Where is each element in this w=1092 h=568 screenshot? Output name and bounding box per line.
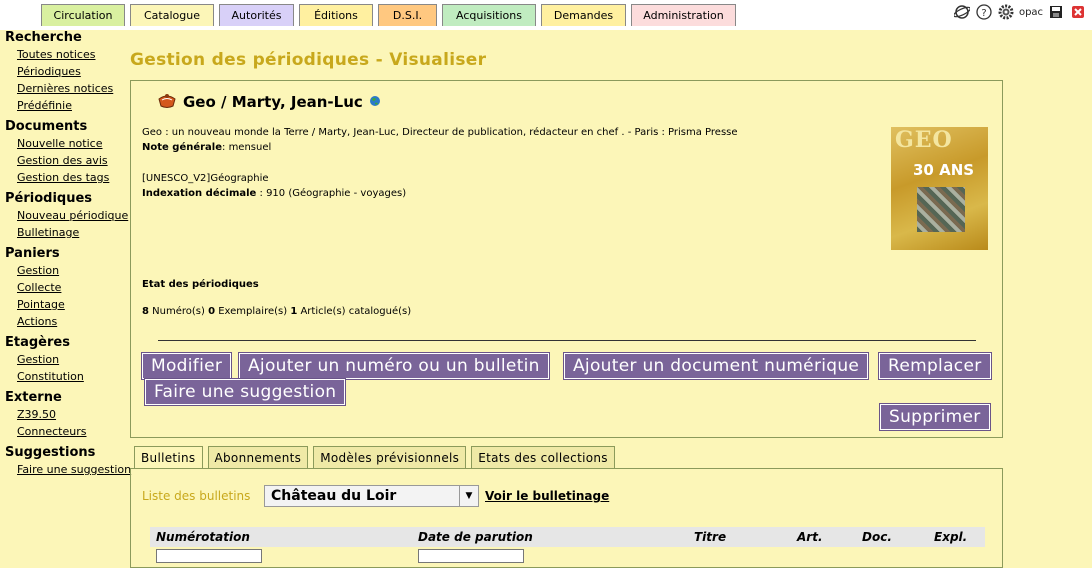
- voir-bulletinage-link[interactable]: Voir le bulletinage: [485, 489, 609, 503]
- col-numerotation: Numérotation: [156, 530, 250, 544]
- notice-title: Geo / Marty, Jean-Luc: [183, 93, 363, 111]
- indexation-line: Indexation décimale : 910 (Géographie - …: [142, 188, 406, 199]
- indexation-value: : 910 (Géographie - voyages): [256, 188, 407, 199]
- tab-administration[interactable]: Administration: [631, 4, 736, 26]
- chevron-down-icon[interactable]: ▼: [459, 486, 478, 506]
- sidebar-item-constitution[interactable]: Constitution: [17, 368, 130, 385]
- sidebar-section-etageres: Etagères: [5, 335, 70, 350]
- page-title: Gestion des périodiques - Visualiser: [130, 50, 487, 70]
- tab-acquisitions[interactable]: Acquisitions: [442, 4, 536, 26]
- remplacer-button[interactable]: Remplacer: [878, 352, 992, 380]
- tab-catalogue[interactable]: Catalogue: [130, 4, 214, 26]
- sidebar-item-faire-suggestion[interactable]: Faire une suggestion: [17, 461, 131, 478]
- date-parution-filter-input[interactable]: [418, 549, 524, 563]
- sidebar-item-z3950[interactable]: Z39.50: [17, 406, 130, 423]
- label-exemplaires: Exemplaire(s): [215, 306, 291, 317]
- sidebar-item-paniers-gestion[interactable]: Gestion: [17, 262, 130, 279]
- tab-bulletins[interactable]: Bulletins: [134, 446, 203, 469]
- sidebar-item-toutes-notices[interactable]: Toutes notices: [17, 46, 130, 63]
- divider: [158, 340, 976, 341]
- bulletins-list-label: Liste des bulletins: [142, 489, 251, 503]
- sidebar-item-nouvelle-notice[interactable]: Nouvelle notice: [17, 135, 130, 152]
- sidebar-item-gestion-tags[interactable]: Gestion des tags: [17, 169, 130, 186]
- cover-photo: [917, 187, 965, 232]
- periodical-icon: [157, 90, 177, 114]
- sidebar-item-collecte[interactable]: Collecte: [17, 279, 130, 296]
- sidebar-item-pointage[interactable]: Pointage: [17, 296, 130, 313]
- tab-dsi[interactable]: D.S.I.: [378, 4, 437, 26]
- sidebar-item-connecteurs[interactable]: Connecteurs: [17, 423, 130, 440]
- sidebar-item-predefinie[interactable]: Prédéfinie: [17, 97, 130, 114]
- notice-title-row: Geo / Marty, Jean-Luc: [157, 90, 381, 114]
- sidebar-item-dernieres-notices[interactable]: Dernières notices: [17, 80, 130, 97]
- note-value: : mensuel: [222, 142, 272, 153]
- cover-title: GEO: [895, 127, 953, 153]
- sidebar-section-suggestions: Suggestions: [5, 445, 96, 460]
- col-date-parution: Date de parution: [418, 530, 533, 544]
- etat-label: Etat des périodiques: [142, 279, 259, 290]
- sidebar-section-documents: Documents: [5, 119, 88, 134]
- count-numeros: 8: [142, 306, 149, 317]
- opac-label: opac: [1018, 6, 1044, 18]
- close-icon[interactable]: [1070, 4, 1086, 20]
- sidebar-item-nouveau-periodique[interactable]: Nouveau périodique: [17, 207, 130, 224]
- note-line: Note générale: mensuel: [142, 142, 271, 153]
- sidebar-section-externe: Externe: [5, 390, 62, 405]
- svg-text:?: ?: [981, 8, 986, 19]
- bulletins-select-value: Château du Loir: [271, 488, 397, 504]
- label-articles: Article(s) catalogué(s): [297, 306, 412, 317]
- save-icon[interactable]: [1048, 4, 1064, 20]
- help-icon[interactable]: ?: [976, 4, 992, 20]
- planet-icon[interactable]: [954, 4, 970, 20]
- content-tabs: Bulletins Abonnements Modèles prévisionn…: [134, 446, 615, 469]
- bulletins-select[interactable]: Château du Loir ▼: [264, 485, 479, 507]
- sidebar: Recherche Toutes notices Périodiques Der…: [5, 30, 131, 478]
- cover-image: GEO 30 ANS: [891, 127, 988, 250]
- sidebar-section-recherche: Recherche: [5, 30, 82, 45]
- sidebar-section-paniers: Paniers: [5, 246, 60, 261]
- sidebar-item-gestion-avis[interactable]: Gestion des avis: [17, 152, 130, 169]
- col-titre: Titre: [694, 530, 727, 544]
- bulletins-panel: Liste des bulletins Château du Loir ▼ Vo…: [130, 468, 1003, 568]
- top-icons: ? opac: [954, 4, 1086, 20]
- label-numeros: Numéro(s): [148, 306, 209, 317]
- suggestion-button[interactable]: Faire une suggestion: [143, 378, 347, 406]
- col-expl: Expl.: [934, 530, 968, 544]
- indexation-label: Indexation décimale: [142, 188, 257, 199]
- note-label: Note générale: [142, 142, 223, 153]
- sidebar-item-actions[interactable]: Actions: [17, 313, 130, 330]
- tab-circulation[interactable]: Circulation: [41, 4, 125, 26]
- bulletins-table-header: Numérotation Date de parution Titre Art.…: [150, 527, 985, 547]
- sidebar-section-periodiques: Périodiques: [5, 191, 93, 206]
- count-exemplaires: 0: [208, 306, 216, 317]
- cover-badge: 30 ANS: [913, 161, 975, 179]
- tab-editions[interactable]: Éditions: [299, 4, 373, 26]
- sidebar-item-bulletinage[interactable]: Bulletinage: [17, 224, 130, 241]
- main-tabs: Circulation Catalogue Autorités Éditions…: [41, 4, 736, 26]
- globe-icon[interactable]: [369, 93, 381, 111]
- tab-etats-collections[interactable]: Etats des collections: [471, 446, 615, 469]
- subject-line: [UNESCO_V2]Géographie: [142, 173, 269, 184]
- tab-demandes[interactable]: Demandes: [541, 4, 626, 26]
- tab-modeles-previsionnels[interactable]: Modèles prévisionnels: [313, 446, 467, 469]
- col-doc: Doc.: [862, 530, 892, 544]
- col-art: Art.: [797, 530, 823, 544]
- notice-panel: Geo / Marty, Jean-Luc Geo : un nouveau m…: [130, 80, 1003, 438]
- supprimer-button[interactable]: Supprimer: [879, 403, 991, 431]
- tab-autorites[interactable]: Autorités: [219, 4, 294, 26]
- tab-abonnements[interactable]: Abonnements: [207, 446, 309, 469]
- top-bar: Circulation Catalogue Autorités Éditions…: [0, 0, 1092, 30]
- opac-icon[interactable]: opac: [1018, 4, 1044, 20]
- sidebar-item-periodiques[interactable]: Périodiques: [17, 63, 130, 80]
- notice-description: Geo : un nouveau monde la Terre / Marty,…: [142, 127, 738, 138]
- ajouter-numero-button[interactable]: Ajouter un numéro ou un bulletin: [238, 352, 550, 380]
- modifier-button[interactable]: Modifier: [140, 352, 233, 380]
- etat-counts: 8 Numéro(s) 0 Exemplaire(s) 1 Article(s)…: [142, 306, 411, 317]
- numerotation-filter-input[interactable]: [156, 549, 262, 563]
- sidebar-item-etageres-gestion[interactable]: Gestion: [17, 351, 130, 368]
- ajouter-document-button[interactable]: Ajouter un document numérique: [562, 352, 870, 380]
- gear-icon[interactable]: [998, 4, 1014, 20]
